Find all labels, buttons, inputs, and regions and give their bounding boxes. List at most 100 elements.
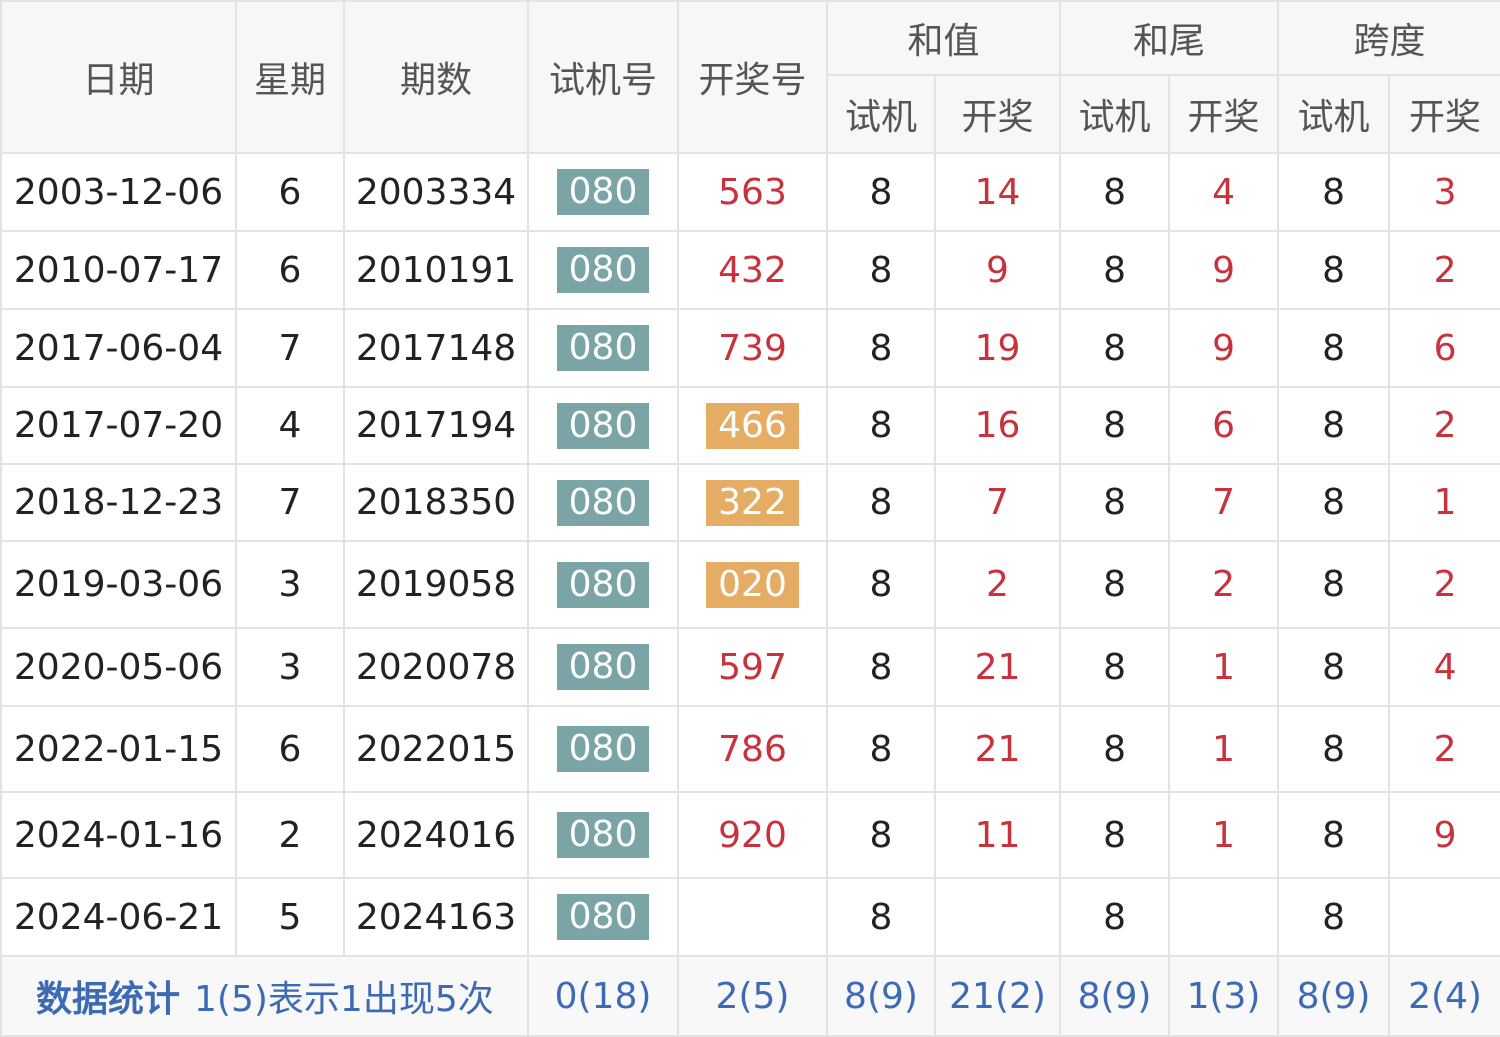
cell-weekday: 6 xyxy=(235,705,345,793)
draw-number-text: 432 xyxy=(718,249,787,291)
cell-span-test: 8 xyxy=(1277,308,1391,388)
cell-sum-draw: 9 xyxy=(933,230,1062,310)
header-test-number: 试机号 xyxy=(527,0,679,154)
cell-test-number: 080 xyxy=(527,627,679,707)
cell-weekday: 4 xyxy=(235,386,345,465)
cell-issue: 2024163 xyxy=(343,877,529,957)
cell-tail-test: 8 xyxy=(1059,791,1171,879)
cell-span-test: 8 xyxy=(1277,230,1391,310)
cell-tail-test: 8 xyxy=(1059,877,1171,957)
cell-draw-number: 739 xyxy=(677,308,828,388)
test-number-badge: 080 xyxy=(556,894,650,940)
stats-span-test: 8(9) xyxy=(1277,955,1391,1037)
cell-sum-test: 8 xyxy=(826,230,936,310)
cell-issue: 2024016 xyxy=(343,791,529,879)
cell-sum-test: 8 xyxy=(826,877,936,957)
cell-draw-number: 597 xyxy=(677,627,828,707)
header-sum-group: 和值 xyxy=(825,0,1062,76)
cell-tail-test: 8 xyxy=(1059,230,1171,310)
cell-issue: 2022015 xyxy=(343,705,529,793)
cell-date: 2019-03-06 xyxy=(0,540,237,629)
cell-tail-draw: 1 xyxy=(1168,705,1280,793)
stats-tail-draw: 1(3) xyxy=(1168,955,1280,1037)
test-number-badge: 080 xyxy=(556,169,650,215)
header-tail-test: 试机 xyxy=(1059,74,1171,154)
cell-draw-number: 322 xyxy=(677,463,828,542)
cell-span-test: 8 xyxy=(1277,386,1391,465)
cell-tail-draw xyxy=(1168,877,1280,957)
cell-test-number: 080 xyxy=(527,705,679,793)
cell-sum-draw xyxy=(933,877,1062,957)
test-number-badge: 080 xyxy=(556,479,650,526)
table-row: 2010-07-17 6 2010191 080 432 8 9 8 9 8 2 xyxy=(0,230,1500,310)
header-date: 日期 xyxy=(0,0,237,154)
stats-tail-test: 8(9) xyxy=(1059,955,1171,1037)
header-span-group: 跨度 xyxy=(1277,0,1500,76)
cell-test-number: 080 xyxy=(527,791,679,879)
cell-date: 2022-01-15 xyxy=(0,705,237,793)
cell-sum-test: 8 xyxy=(826,627,936,707)
header-weekday: 星期 xyxy=(235,0,345,154)
header-sum-test: 试机 xyxy=(826,74,936,154)
cell-tail-test: 8 xyxy=(1059,540,1171,629)
stats-span-draw: 2(4) xyxy=(1388,955,1500,1037)
test-number-badge: 080 xyxy=(556,561,650,608)
stats-draw-number: 2(5) xyxy=(677,955,828,1037)
cell-draw-number: 432 xyxy=(677,230,828,310)
cell-weekday: 6 xyxy=(235,152,345,232)
cell-issue: 2018350 xyxy=(343,463,529,542)
cell-sum-draw: 21 xyxy=(933,627,1062,707)
cell-tail-test: 8 xyxy=(1059,705,1171,793)
cell-sum-test: 8 xyxy=(826,152,936,232)
cell-weekday: 3 xyxy=(235,540,345,629)
table-row: 2024-01-16 2 2024016 080 920 8 11 8 1 8 9 xyxy=(0,791,1500,879)
cell-tail-draw: 1 xyxy=(1168,791,1280,879)
table-row: 2017-06-04 7 2017148 080 739 8 19 8 9 8 6 xyxy=(0,308,1500,388)
cell-sum-draw: 19 xyxy=(933,308,1062,388)
cell-sum-draw: 7 xyxy=(933,463,1062,542)
header-sum-draw: 开奖 xyxy=(933,74,1062,154)
test-number-badge: 080 xyxy=(556,247,650,293)
draw-number-badge: 020 xyxy=(706,561,799,608)
header-span-draw: 开奖 xyxy=(1388,74,1500,154)
cell-tail-draw: 9 xyxy=(1168,308,1280,388)
cell-tail-draw: 1 xyxy=(1168,627,1280,707)
cell-span-draw: 1 xyxy=(1388,463,1500,542)
cell-weekday: 3 xyxy=(235,627,345,707)
cell-tail-draw: 7 xyxy=(1168,463,1280,542)
cell-span-test: 8 xyxy=(1277,463,1391,542)
cell-span-draw xyxy=(1388,877,1500,957)
cell-issue: 2017194 xyxy=(343,386,529,465)
cell-weekday: 7 xyxy=(235,308,345,388)
cell-span-draw: 6 xyxy=(1388,308,1500,388)
cell-span-draw: 3 xyxy=(1388,152,1500,232)
cell-test-number: 080 xyxy=(527,152,679,232)
cell-span-test: 8 xyxy=(1277,877,1391,957)
header-issue: 期数 xyxy=(343,0,529,154)
cell-tail-draw: 4 xyxy=(1168,152,1280,232)
stats-sum-draw: 21(2) xyxy=(933,955,1062,1037)
cell-sum-test: 8 xyxy=(826,308,936,388)
stats-row: 数据统计 1(5)表示1出现5次 0(18) 2(5) 8(9) 21(2) 8(… xyxy=(0,955,1500,1037)
cell-tail-test: 8 xyxy=(1059,308,1171,388)
cell-date: 2010-07-17 xyxy=(0,230,237,310)
cell-sum-test: 8 xyxy=(826,463,936,542)
header-span-test: 试机 xyxy=(1277,74,1391,154)
lottery-history-table: 日期 星期 期数 试机号 开奖号 和值 和尾 跨度 试机 开奖 试机 开奖 试机… xyxy=(0,0,1500,1037)
draw-number-text: 597 xyxy=(718,646,787,688)
cell-sum-draw: 16 xyxy=(933,386,1062,465)
table-row: 2020-05-06 3 2020078 080 597 8 21 8 1 8 4 xyxy=(0,627,1500,707)
test-number-badge: 080 xyxy=(556,726,650,772)
header-draw-number: 开奖号 xyxy=(677,0,828,154)
stats-label-cell: 数据统计 1(5)表示1出现5次 xyxy=(0,955,529,1037)
table-row: 2018-12-23 7 2018350 080 322 8 7 8 7 8 1 xyxy=(0,463,1500,542)
draw-number-badge: 322 xyxy=(706,479,799,526)
test-number-badge: 080 xyxy=(556,644,650,690)
table-row: 2022-01-15 6 2022015 080 786 8 21 8 1 8 2 xyxy=(0,705,1500,793)
cell-span-draw: 2 xyxy=(1388,705,1500,793)
cell-sum-draw: 21 xyxy=(933,705,1062,793)
cell-span-test: 8 xyxy=(1277,791,1391,879)
cell-span-draw: 9 xyxy=(1388,791,1500,879)
cell-span-draw: 2 xyxy=(1388,386,1500,465)
draw-number-text: 739 xyxy=(718,327,787,369)
